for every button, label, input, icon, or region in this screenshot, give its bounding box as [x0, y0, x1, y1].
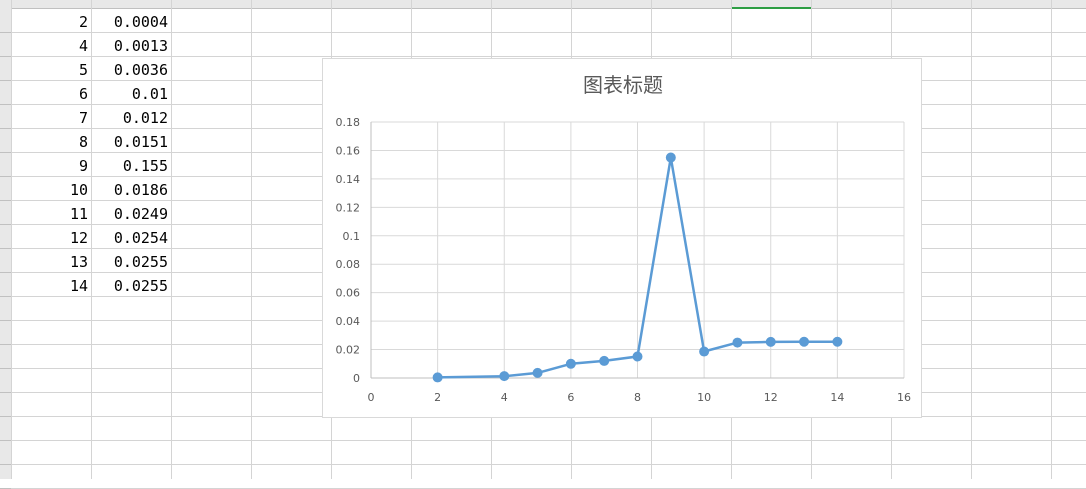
- row-header-divider: [0, 296, 11, 297]
- column-gridline: [1051, 0, 1052, 479]
- data-point[interactable]: [732, 337, 743, 348]
- row-gridline: [11, 440, 1086, 441]
- x-tick-label: 12: [764, 391, 778, 404]
- cell-b[interactable]: 0.0249: [92, 202, 168, 226]
- y-tick-label: 0.04: [336, 315, 361, 328]
- row-gridline: [11, 32, 1086, 33]
- y-tick-label: 0.14: [336, 173, 361, 186]
- cell-b[interactable]: 0.0186: [92, 178, 168, 202]
- selected-column-indicator: [732, 7, 811, 9]
- data-point[interactable]: [499, 371, 510, 382]
- chart-title[interactable]: 图表标题: [583, 73, 663, 97]
- x-tick-label: 6: [567, 391, 574, 404]
- cell-b[interactable]: 0.0255: [92, 250, 168, 274]
- row-header-divider: [0, 224, 11, 225]
- cell-a[interactable]: 7: [11, 106, 88, 130]
- row-header-divider: [0, 320, 11, 321]
- y-tick-label: 0.02: [336, 344, 361, 357]
- data-point[interactable]: [665, 152, 676, 163]
- data-point[interactable]: [765, 336, 776, 347]
- x-tick-label: 14: [830, 391, 844, 404]
- y-tick-label: 0.18: [336, 116, 361, 129]
- cell-a[interactable]: 5: [11, 58, 88, 82]
- chart-container[interactable]: 0 0.02 0.04 0.06 0.08 0.1 0.12 0.14 0.16 0.18 0 2 4 6…: [322, 58, 922, 418]
- y-tick-label: 0.08: [336, 258, 361, 271]
- cell-a[interactable]: 14: [11, 274, 88, 298]
- cell-b[interactable]: 0.0013: [92, 34, 168, 58]
- row-gridline: [11, 464, 1086, 465]
- data-point[interactable]: [599, 355, 610, 366]
- cell-b[interactable]: 0.155: [92, 154, 168, 178]
- cell-a[interactable]: 9: [11, 154, 88, 178]
- row-header-divider: [0, 56, 11, 57]
- row-header-divider: [0, 344, 11, 345]
- cell-a[interactable]: 12: [11, 226, 88, 250]
- row-header-divider: [0, 368, 11, 369]
- column-header-bar[interactable]: [0, 0, 1086, 9]
- data-point[interactable]: [565, 358, 576, 369]
- cell-a[interactable]: 4: [11, 34, 88, 58]
- row-header-divider: [0, 128, 11, 129]
- data-point[interactable]: [532, 367, 543, 378]
- row-header-divider: [0, 416, 11, 417]
- row-header-divider: [0, 176, 11, 177]
- cell-a[interactable]: 10: [11, 178, 88, 202]
- x-tick-label: 8: [634, 391, 641, 404]
- data-point[interactable]: [832, 336, 843, 347]
- cell-b[interactable]: 0.0255: [92, 274, 168, 298]
- row-header-divider: [0, 200, 11, 201]
- x-tick-label: 10: [697, 391, 711, 404]
- row-header-divider: [0, 272, 11, 273]
- row-header-divider: [0, 104, 11, 105]
- row-header-divider: [0, 392, 11, 393]
- cell-b[interactable]: 0.0254: [92, 226, 168, 250]
- x-tick-label: 16: [897, 391, 911, 404]
- cell-b[interactable]: 0.012: [92, 106, 168, 130]
- row-header-divider: [0, 32, 11, 33]
- data-point[interactable]: [432, 372, 443, 383]
- row-header-divider: [0, 464, 11, 465]
- row-gridline: [11, 56, 1086, 57]
- cell-a[interactable]: 6: [11, 82, 88, 106]
- cell-a[interactable]: 8: [11, 130, 88, 154]
- cell-b[interactable]: 0.0004: [92, 10, 168, 34]
- y-tick-label: 0.16: [336, 144, 361, 157]
- row-header-divider: [0, 440, 11, 441]
- row-header-divider: [0, 248, 11, 249]
- row-header-divider: [0, 80, 11, 81]
- row-header-divider: [0, 152, 11, 153]
- x-tick-label: 0: [368, 391, 375, 404]
- column-gridline: [171, 0, 172, 479]
- y-tick-label: 0: [353, 372, 360, 385]
- scatter-chart[interactable]: 0 0.02 0.04 0.06 0.08 0.1 0.12 0.14 0.16 0.18 0 2 4 6…: [323, 59, 923, 419]
- column-gridline: [971, 0, 972, 479]
- cell-a[interactable]: 2: [11, 10, 88, 34]
- y-tick-label: 0.1: [343, 230, 361, 243]
- x-tick-label: 2: [434, 391, 441, 404]
- cell-b[interactable]: 0.0036: [92, 58, 168, 82]
- data-point[interactable]: [799, 336, 810, 347]
- column-gridline: [251, 0, 252, 479]
- data-point[interactable]: [699, 346, 710, 357]
- data-point[interactable]: [632, 351, 643, 362]
- y-tick-label: 0.06: [336, 287, 361, 300]
- cell-b[interactable]: 0.0151: [92, 130, 168, 154]
- x-tick-label: 4: [501, 391, 508, 404]
- cell-a[interactable]: 11: [11, 202, 88, 226]
- cell-a[interactable]: 13: [11, 250, 88, 274]
- y-tick-label: 0.12: [336, 201, 361, 214]
- cell-b[interactable]: 0.01: [92, 82, 168, 106]
